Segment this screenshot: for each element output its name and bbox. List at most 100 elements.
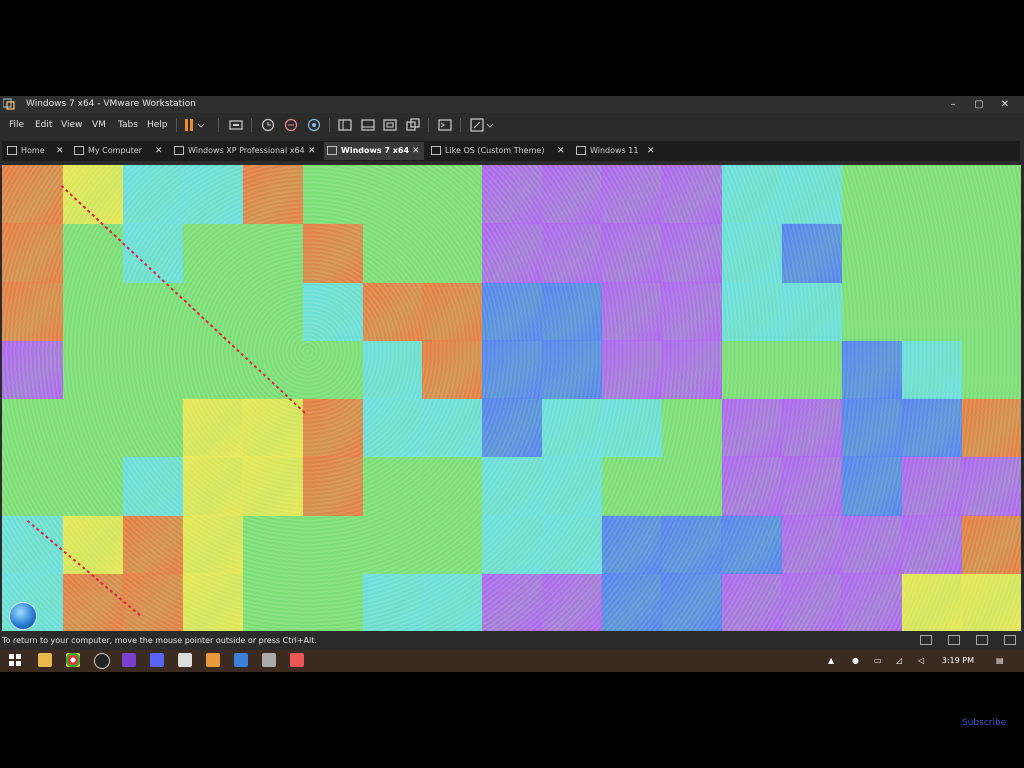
wallpaper-tile bbox=[841, 572, 903, 631]
volume-icon[interactable]: ◁ bbox=[918, 656, 924, 665]
close-icon[interactable]: ✕ bbox=[557, 142, 565, 160]
taskbar-clock[interactable]: 3:19 PM bbox=[942, 656, 974, 665]
wallpaper-tile bbox=[421, 456, 483, 516]
tab-windows-7[interactable]: Windows 7 x64 ✕ bbox=[324, 142, 424, 160]
close-icon[interactable]: ✕ bbox=[56, 142, 64, 160]
guest-screen[interactable] bbox=[2, 165, 1021, 631]
vm-icon bbox=[327, 146, 337, 155]
minimize-button[interactable]: – bbox=[940, 97, 966, 112]
full-screen-icon[interactable] bbox=[382, 117, 398, 133]
wallpaper-tile bbox=[961, 223, 1021, 283]
wallpaper-tile bbox=[421, 398, 483, 458]
menu-bar: File Edit View VM Tabs Help bbox=[0, 113, 1024, 137]
thumbnail-bar-icon[interactable] bbox=[360, 117, 376, 133]
snapshot-icon[interactable] bbox=[260, 117, 276, 133]
menu-tabs[interactable]: Tabs bbox=[118, 120, 138, 130]
windows-start-orb-icon[interactable] bbox=[9, 602, 37, 630]
toolbar-separator bbox=[251, 118, 252, 132]
show-library-icon[interactable] bbox=[337, 117, 353, 133]
close-icon[interactable]: ✕ bbox=[308, 142, 316, 160]
app-icon[interactable] bbox=[178, 653, 192, 667]
toolbar-separator bbox=[176, 118, 177, 132]
app-icon[interactable] bbox=[290, 653, 304, 667]
chevron-up-icon[interactable]: ▲ bbox=[828, 656, 834, 665]
wallpaper-tile bbox=[541, 572, 603, 631]
menu-edit[interactable]: Edit bbox=[35, 120, 52, 130]
wallpaper-tile bbox=[241, 339, 303, 400]
wallpaper-tile bbox=[661, 398, 723, 458]
wallpaper-tile bbox=[841, 456, 903, 516]
close-icon[interactable]: ✕ bbox=[155, 142, 163, 160]
wallpaper-tile bbox=[181, 456, 243, 516]
wallpaper-tile bbox=[601, 223, 663, 283]
display-icon[interactable] bbox=[1004, 635, 1016, 645]
menu-help[interactable]: Help bbox=[147, 120, 168, 130]
hard-disk-icon[interactable] bbox=[920, 635, 932, 645]
wallpaper-tile bbox=[961, 572, 1021, 631]
console-icon[interactable] bbox=[437, 117, 453, 133]
start-icon[interactable] bbox=[8, 653, 22, 667]
wallpaper-tile bbox=[421, 281, 483, 341]
tab-label: Windows 11 bbox=[590, 146, 639, 155]
close-icon[interactable]: ✕ bbox=[412, 142, 420, 160]
app-icon[interactable] bbox=[262, 653, 276, 667]
toolbar-separator bbox=[428, 118, 429, 132]
stretch-guest-icon[interactable] bbox=[469, 117, 495, 133]
pause-icon[interactable] bbox=[183, 117, 205, 133]
wallpaper-tile bbox=[301, 223, 363, 283]
wallpaper-tile bbox=[721, 165, 783, 225]
window-controls: – ▢ ✕ bbox=[940, 97, 1018, 112]
discord-icon[interactable] bbox=[150, 653, 164, 667]
wallpaper-tile bbox=[841, 398, 903, 458]
tab-windows-11[interactable]: Windows 11 ✕ bbox=[573, 142, 659, 160]
wallpaper-tile bbox=[541, 165, 603, 225]
vmware-taskbar-icon[interactable] bbox=[206, 653, 220, 667]
microphone-icon[interactable]: ● bbox=[852, 656, 859, 665]
wallpaper-tile bbox=[2, 398, 63, 458]
wallpaper-tile bbox=[241, 456, 303, 516]
vm-icon bbox=[576, 146, 586, 155]
wallpaper-tile bbox=[421, 223, 483, 283]
file-explorer-icon[interactable] bbox=[38, 653, 52, 667]
wallpaper-tile bbox=[181, 572, 243, 631]
vm-icon bbox=[174, 146, 184, 155]
chrome-icon[interactable] bbox=[66, 653, 80, 667]
media-icon[interactable] bbox=[122, 653, 136, 667]
wallpaper-tile bbox=[121, 456, 183, 516]
network-icon[interactable] bbox=[948, 635, 960, 645]
wallpaper-tile bbox=[241, 281, 303, 341]
wallpaper-tile bbox=[661, 514, 723, 574]
send-ctrl-alt-del-icon[interactable] bbox=[228, 117, 244, 133]
sound-icon[interactable] bbox=[976, 635, 988, 645]
maximize-button[interactable]: ▢ bbox=[966, 97, 992, 112]
tab-like-os[interactable]: Like OS (Custom Theme) ✕ bbox=[428, 142, 569, 160]
menu-view[interactable]: View bbox=[61, 120, 82, 130]
wallpaper-tile bbox=[121, 339, 183, 400]
wallpaper-tile bbox=[61, 456, 123, 516]
tab-windows-xp[interactable]: Windows XP Professional x64 ... ✕ bbox=[171, 142, 320, 160]
wifi-icon[interactable]: ◿ bbox=[896, 656, 902, 665]
wallpaper-tile bbox=[661, 165, 723, 225]
menu-vm[interactable]: VM bbox=[92, 120, 106, 130]
unity-icon[interactable] bbox=[405, 117, 421, 133]
snapshot-manager-icon[interactable] bbox=[306, 117, 322, 133]
tab-my-computer[interactable]: My Computer ✕ bbox=[71, 142, 167, 160]
tab-label: Windows 7 x64 bbox=[341, 146, 410, 155]
wallpaper-tile bbox=[181, 339, 243, 400]
device-icons bbox=[920, 635, 1016, 645]
menu-file[interactable]: File bbox=[9, 120, 24, 130]
obs-icon[interactable] bbox=[94, 653, 110, 669]
wallpaper-tile bbox=[541, 456, 603, 516]
wallpaper-tile bbox=[421, 572, 483, 631]
close-button[interactable]: ✕ bbox=[992, 97, 1018, 112]
tab-home[interactable]: Home ✕ bbox=[4, 142, 66, 160]
wallpaper-tile bbox=[901, 572, 962, 631]
subscribe-watermark[interactable]: Subscribe bbox=[962, 718, 1006, 728]
browser-icon[interactable] bbox=[234, 653, 248, 667]
wallpaper-tile bbox=[541, 281, 603, 341]
close-icon[interactable]: ✕ bbox=[647, 142, 655, 160]
notification-icon[interactable]: ▤ bbox=[996, 656, 1004, 665]
wallpaper-tile bbox=[961, 514, 1021, 574]
battery-icon[interactable]: ▭ bbox=[874, 656, 882, 665]
revert-snapshot-icon[interactable] bbox=[283, 117, 299, 133]
